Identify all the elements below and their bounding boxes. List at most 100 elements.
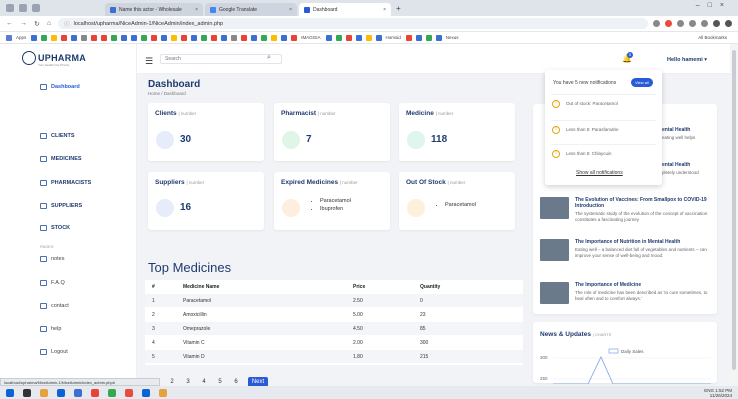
sidebar-item-pharmacists[interactable]: PHARMACISTS <box>40 180 91 186</box>
bookmark-icon[interactable] <box>211 34 218 41</box>
reload-icon[interactable]: ↻ <box>34 20 40 28</box>
browser-profile-icon[interactable] <box>19 4 27 12</box>
sidebar-item-faq[interactable]: F.A.Q <box>40 280 65 286</box>
sidebar-item-clients[interactable]: CLIENTS <box>40 133 75 139</box>
news-item[interactable]: The Importance of Nutrition in Mental He… <box>540 239 712 273</box>
vscode-icon[interactable] <box>74 388 82 397</box>
bookmark-icon[interactable] <box>375 34 382 41</box>
extension-icon[interactable] <box>689 20 696 27</box>
back-icon[interactable]: ← <box>6 20 13 27</box>
search-icon[interactable] <box>23 388 31 397</box>
system-tray[interactable]: ENG 1:52 PM 11/26/2024 <box>704 388 732 398</box>
bookmark-icon[interactable] <box>345 34 352 41</box>
bookmark-icon[interactable] <box>61 34 68 41</box>
show-all-notifications-link[interactable]: Show all notifications <box>576 170 623 176</box>
notification-item[interactable]: ! Out of stock: Paracetamol <box>551 94 656 112</box>
sidebar-item-stock[interactable]: STOCK <box>40 225 70 231</box>
bookmark-icon[interactable] <box>121 34 128 41</box>
extension-icon[interactable] <box>677 20 684 27</box>
user-menu[interactable]: Hello hamemi ▾ <box>667 57 707 63</box>
bookmark-icon[interactable] <box>261 34 268 41</box>
app-icon[interactable] <box>125 388 133 397</box>
sidebar-item-medicines[interactable]: MEDICINES <box>40 156 82 162</box>
bookmark-icon[interactable] <box>161 34 168 41</box>
edge-icon[interactable] <box>57 388 65 397</box>
chrome-icon[interactable] <box>91 388 99 397</box>
bookmark-icon[interactable] <box>231 34 238 41</box>
extensions-icon[interactable] <box>701 20 708 27</box>
bookmark-icon[interactable] <box>191 34 198 41</box>
close-icon[interactable]: × <box>191 7 198 13</box>
sidebar-item-logout[interactable]: Logout <box>40 349 68 355</box>
scrollbar-thumb[interactable] <box>732 50 736 370</box>
bookmark-icon[interactable] <box>101 34 108 41</box>
page-link[interactable]: 6 <box>228 379 244 385</box>
view-all-button[interactable]: View all <box>631 78 653 87</box>
bookmark-icon[interactable] <box>425 34 432 41</box>
bookmark-apps[interactable]: Apps <box>16 35 26 40</box>
url-input[interactable]: ⓘ localhost/upharma/NiceAdmin-1/NiceAdmi… <box>58 18 648 29</box>
bookmark-icon[interactable] <box>31 34 38 41</box>
page-link[interactable]: 4 <box>196 379 212 385</box>
bookmark-text[interactable]: Homsid <box>386 35 401 40</box>
browser-menu-icon[interactable] <box>6 4 14 12</box>
app-icon[interactable] <box>108 388 116 397</box>
page-link[interactable]: 5 <box>212 379 228 385</box>
page-link[interactable]: 3 <box>180 379 196 385</box>
forward-icon[interactable]: → <box>20 20 27 27</box>
home-icon[interactable]: ⌂ <box>47 20 51 27</box>
new-tab-icon[interactable]: + <box>396 4 401 13</box>
bookmark-icon[interactable] <box>355 34 362 41</box>
windows-start-icon[interactable] <box>6 388 14 397</box>
bookmark-icon[interactable] <box>151 34 158 41</box>
bookmark-icon[interactable] <box>405 34 412 41</box>
extension-icon[interactable] <box>665 20 672 27</box>
bookmark-icon[interactable] <box>181 34 188 41</box>
all-bookmarks[interactable]: All Bookmarks <box>698 35 727 40</box>
sidebar-item-dashboard[interactable]: Dashboard <box>40 84 80 90</box>
bookmark-icon[interactable] <box>435 34 442 41</box>
browser-tab[interactable]: Name this actor - Wholesale × <box>105 3 203 16</box>
browser-tab[interactable]: Google Translate × <box>205 3 297 16</box>
bookmark-icon[interactable] <box>91 34 98 41</box>
news-title[interactable]: The Importance of Medicine <box>575 282 712 288</box>
close-icon[interactable]: × <box>285 7 292 13</box>
notification-item[interactable]: ! Less than 5: Parasfamahe <box>551 120 656 138</box>
apps-icon[interactable] <box>6 34 12 41</box>
bookmark-icon[interactable] <box>171 34 178 41</box>
news-item[interactable]: The Evolution of Vaccines: From Smallpox… <box>540 197 712 231</box>
more-icon[interactable] <box>725 20 732 27</box>
browser-workspace-icon[interactable] <box>32 4 40 12</box>
sidebar-item-suppliers[interactable]: SUPPLIERS <box>40 203 82 209</box>
news-item[interactable]: The Importance of Medicine The role of m… <box>540 282 712 310</box>
translate-icon[interactable] <box>653 20 660 27</box>
bookmark-icon[interactable] <box>141 34 148 41</box>
browser-tab-active[interactable]: Dashboard × <box>299 3 391 16</box>
page-link[interactable]: 2 <box>164 379 180 385</box>
file-explorer-icon[interactable] <box>40 388 48 397</box>
bookmark-icon[interactable] <box>335 34 342 41</box>
bookmark-icon[interactable] <box>415 34 422 41</box>
folder-icon[interactable] <box>159 388 167 397</box>
sidebar-item-help[interactable]: help <box>40 326 61 332</box>
sidebar-item-notes[interactable]: notes <box>40 256 64 262</box>
bookmark-icon[interactable] <box>251 34 258 41</box>
bookmark-icon[interactable] <box>325 34 332 41</box>
news-title[interactable]: The Evolution of Vaccines: From Smallpox… <box>575 197 712 209</box>
search-icon[interactable]: ⌕ <box>267 54 271 62</box>
page-scrollbar[interactable] <box>730 44 738 383</box>
notification-item[interactable]: ! Less than 5: Chlaycuin <box>551 144 656 162</box>
bookmark-icon[interactable] <box>291 34 298 41</box>
news-title[interactable]: The Importance of Nutrition in Mental He… <box>575 239 712 245</box>
search-input[interactable] <box>160 54 282 64</box>
bookmark-text[interactable]: IMAGGIA <box>301 35 320 40</box>
bookmark-icon[interactable] <box>51 34 58 41</box>
bookmark-icon[interactable] <box>71 34 78 41</box>
bookmark-icon[interactable] <box>111 34 118 41</box>
bookmark-icon[interactable] <box>241 34 248 41</box>
sidebar-item-contact[interactable]: contact <box>40 303 69 309</box>
bookmark-icon[interactable] <box>281 34 288 41</box>
bookmark-icon[interactable] <box>271 34 278 41</box>
bookmark-icon[interactable] <box>131 34 138 41</box>
close-icon[interactable]: × <box>379 7 386 13</box>
